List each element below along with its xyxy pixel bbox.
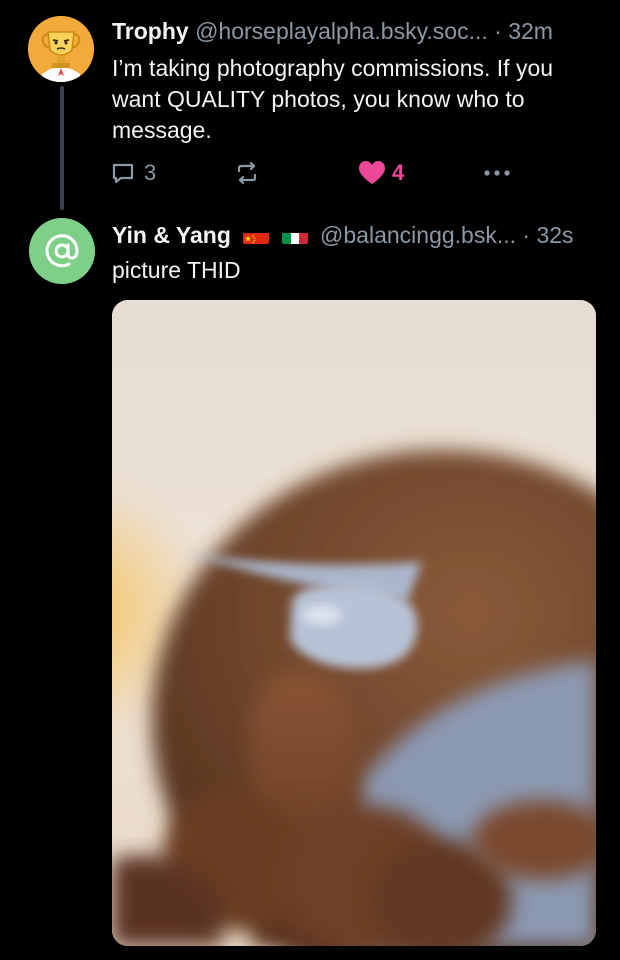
reply-count: 3 (144, 160, 157, 185)
post-time[interactable]: · 32s (522, 222, 573, 248)
post-header: Trophy @horseplayalpha.bsky.soc... · 32m (112, 16, 596, 46)
repost-icon (237, 161, 257, 185)
author-name[interactable]: Trophy (112, 18, 189, 44)
author-name[interactable]: Yin & Yang (112, 222, 231, 248)
post-text: I’m taking photography commissions. If y… (112, 55, 554, 143)
thread-line (60, 86, 64, 210)
heart-filled-icon (359, 161, 385, 184)
post-image[interactable] (112, 300, 596, 946)
author-handle[interactable]: @balancingg.bsk... (320, 222, 516, 248)
italy-flag-icon (281, 227, 308, 244)
at-sign-icon (29, 218, 95, 284)
reply-icon (112, 163, 134, 184)
more-dots-icon (484, 170, 510, 176)
post-text: picture THID (112, 257, 241, 283)
blurred-photo-image (112, 300, 596, 946)
trophy-avatar-icon (28, 16, 94, 82)
more-options-button[interactable] (482, 158, 512, 188)
china-flag-icon (243, 227, 270, 244)
post-time[interactable]: · 32m (494, 18, 553, 44)
repost-button[interactable] (234, 158, 260, 188)
reply-button[interactable]: 3 (110, 158, 156, 188)
yin-yang-avatar[interactable] (29, 218, 95, 284)
trophy-avatar[interactable] (28, 16, 94, 82)
post-actions: 3 4 (110, 158, 530, 188)
post-header: Yin & Yang @balancingg.bsk... · 32s (112, 220, 596, 250)
author-handle[interactable]: @horseplayalpha.bsky.soc... (195, 18, 488, 44)
like-count: 4 (392, 160, 405, 185)
like-button[interactable]: 4 (358, 158, 404, 188)
post-trophy[interactable]: Trophy @horseplayalpha.bsky.soc... · 32m… (0, 0, 620, 210)
